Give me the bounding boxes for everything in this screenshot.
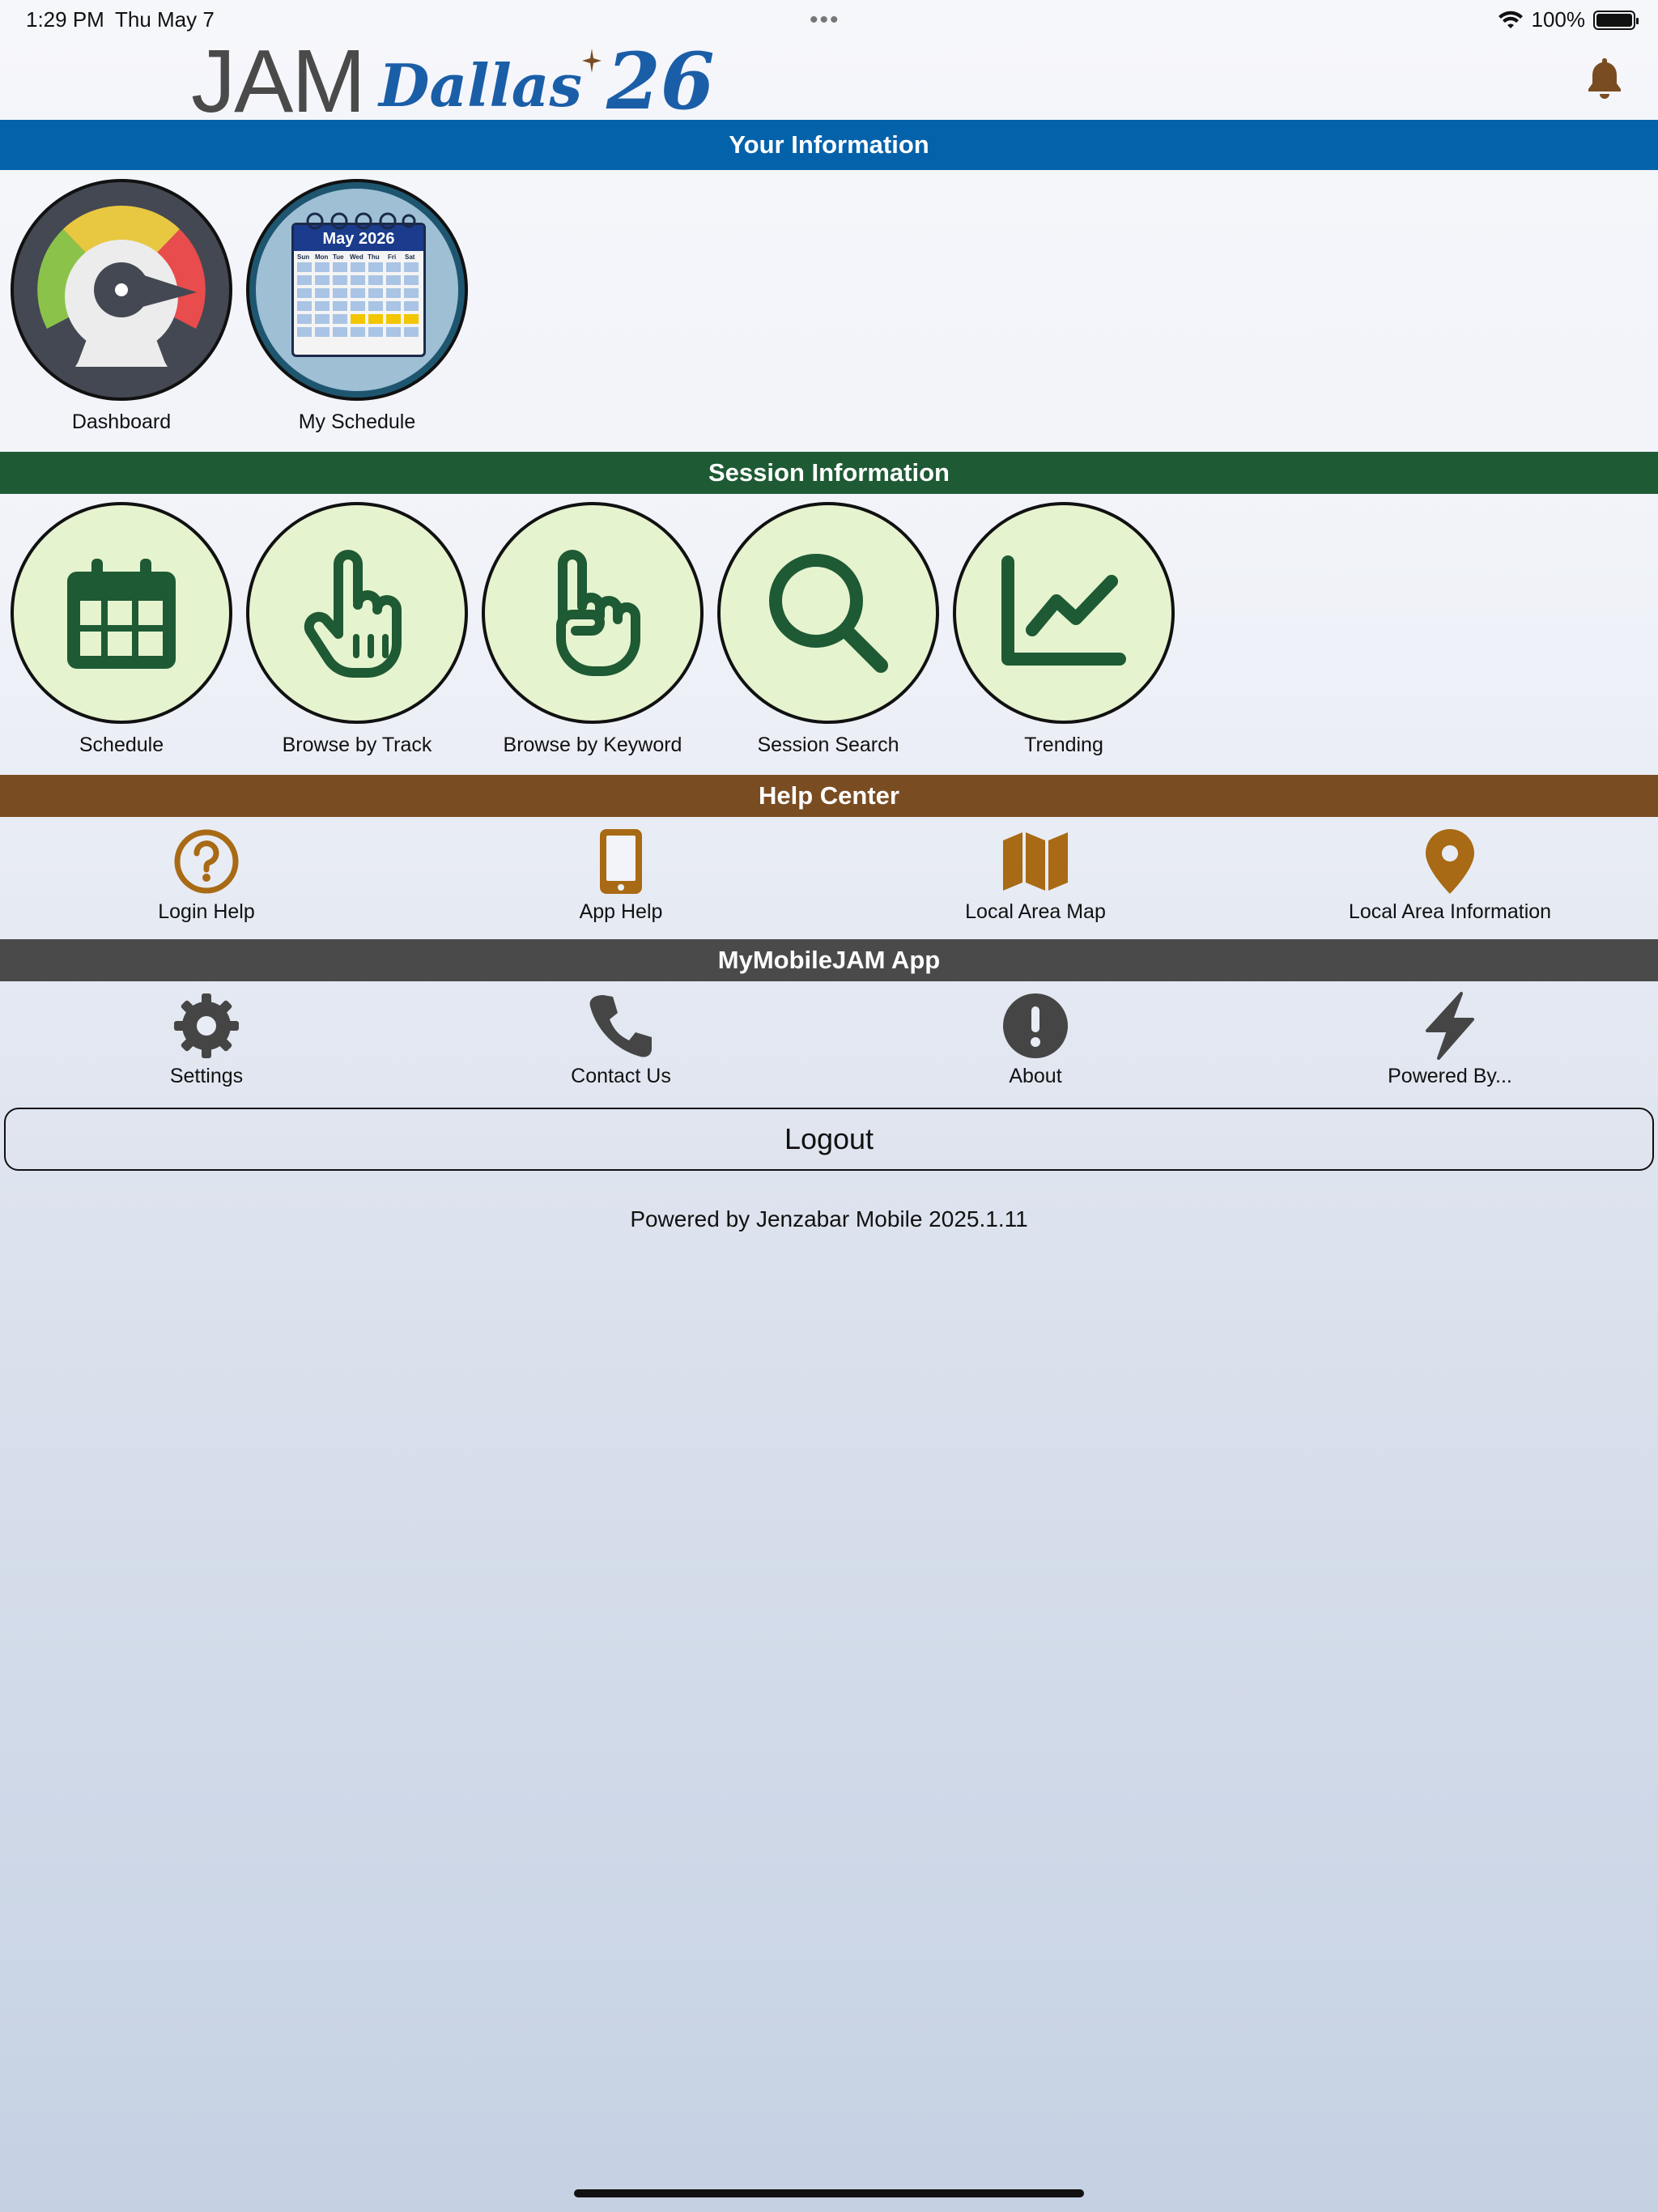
raised-finger-icon <box>482 502 704 724</box>
gear-icon <box>174 993 239 1058</box>
sparkle-icon <box>581 49 602 73</box>
schedule-tile[interactable]: Schedule <box>8 502 235 757</box>
bolt-icon <box>1426 992 1474 1060</box>
powered-by-button[interactable]: Powered By... <box>1288 992 1612 1088</box>
line-chart-icon <box>953 502 1175 724</box>
battery-icon <box>1593 10 1639 30</box>
settings-button[interactable]: Settings <box>45 992 368 1088</box>
logo-jam-text: JAM <box>191 32 366 131</box>
exclamation-circle-icon <box>1003 993 1068 1058</box>
contact-us-button[interactable]: Contact Us <box>459 992 783 1088</box>
schedule-label: Schedule <box>79 734 164 756</box>
status-date: Thu May 7 <box>115 7 215 32</box>
app-logo: JAM Dallas 26 <box>191 32 715 131</box>
trending-label: Trending <box>1024 734 1103 756</box>
logo-year-text: 26 <box>606 36 715 127</box>
map-icon <box>1003 832 1068 891</box>
gauge-icon <box>11 179 232 401</box>
dashboard-label: Dashboard <box>71 410 172 433</box>
svg-text:Sun: Sun <box>297 253 309 261</box>
mobile-phone-icon <box>600 829 642 894</box>
svg-text:Mon: Mon <box>315 253 329 261</box>
about-label: About <box>1009 1065 1062 1087</box>
wifi-icon <box>1498 11 1523 28</box>
my-schedule-label: My Schedule <box>298 410 416 433</box>
pointing-hand-icon <box>246 502 468 724</box>
settings-label: Settings <box>169 1065 244 1087</box>
logout-button[interactable]: Logout <box>4 1108 1654 1171</box>
search-icon <box>717 502 939 724</box>
section-your-information: Your Information <box>0 120 1658 170</box>
local-area-information-label: Local Area Information <box>1348 900 1552 923</box>
trending-tile[interactable]: Trending <box>950 502 1177 757</box>
home-indicator[interactable] <box>574 2189 1084 2197</box>
map-pin-icon <box>1426 829 1474 894</box>
logo-dallas-text: Dallas <box>379 51 582 120</box>
question-circle-icon <box>174 829 239 894</box>
login-help-button[interactable]: Login Help <box>45 827 368 924</box>
battery-percentage: 100% <box>1531 7 1586 32</box>
svg-text:Sat: Sat <box>405 253 415 261</box>
local-area-map-button[interactable]: Local Area Map <box>874 827 1197 924</box>
multitasking-dots-icon[interactable]: ••• <box>810 6 840 34</box>
browse-by-keyword-label: Browse by Keyword <box>503 734 682 756</box>
bell-icon[interactable] <box>1585 55 1624 100</box>
session-search-label: Session Search <box>757 734 899 756</box>
section-session-information: Session Information <box>0 452 1658 494</box>
local-area-map-label: Local Area Map <box>965 900 1106 923</box>
app-help-button[interactable]: App Help <box>459 827 783 924</box>
session-search-tile[interactable]: Session Search <box>715 502 942 757</box>
svg-text:Fri: Fri <box>388 253 396 261</box>
browse-by-track-tile[interactable]: Browse by Track <box>244 502 470 757</box>
about-button[interactable]: About <box>874 992 1197 1088</box>
section-help-center: Help Center <box>0 775 1658 817</box>
svg-text:Thu: Thu <box>368 253 380 261</box>
status-time: 1:29 PM <box>26 7 104 32</box>
section-mymobilejam-app: MyMobileJAM App <box>0 939 1658 981</box>
footer-powered-by-text: Powered by Jenzabar Mobile 2025.1.11 <box>630 1206 1028 1231</box>
browse-by-track-label: Browse by Track <box>282 734 432 756</box>
contact-us-label: Contact Us <box>571 1065 671 1087</box>
local-area-information-button[interactable]: Local Area Information <box>1288 827 1612 924</box>
dashboard-tile[interactable]: Dashboard <box>8 179 235 434</box>
app-header: JAM Dallas 26 <box>0 32 1658 131</box>
status-right: 100% <box>1498 7 1639 32</box>
login-help-label: Login Help <box>158 900 255 923</box>
calendar-icon: May 2026 Sun Mon Tue Wed Thu Fri Sat <box>246 179 468 401</box>
svg-text:Tue: Tue <box>333 253 344 261</box>
my-schedule-tile[interactable]: May 2026 Sun Mon Tue Wed Thu Fri Sat My … <box>244 179 470 434</box>
app-help-label: App Help <box>579 900 663 923</box>
phone-icon <box>589 995 652 1057</box>
powered-by-label: Powered By... <box>1388 1065 1512 1087</box>
svg-text:Wed: Wed <box>350 253 363 261</box>
calendar-grid-icon <box>11 502 232 724</box>
browse-by-keyword-tile[interactable]: Browse by Keyword <box>479 502 706 757</box>
